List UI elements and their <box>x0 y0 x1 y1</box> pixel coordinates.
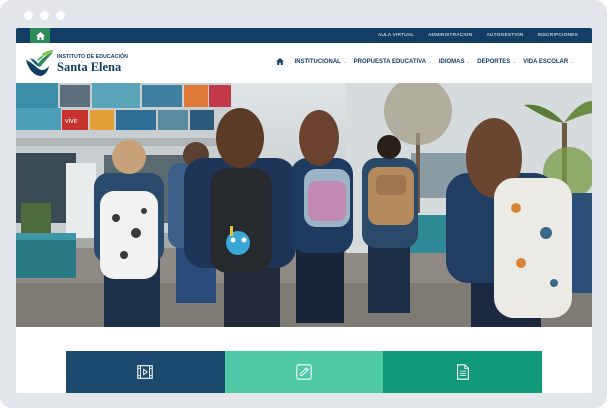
nav-item-label: DEPORTES <box>477 58 511 65</box>
utility-link-autogestion[interactable]: AUTOGESTION <box>487 33 524 38</box>
utility-link-aula-virtual[interactable]: AULA VIRTUAL <box>378 33 414 38</box>
window-controls <box>24 11 65 20</box>
feature-tiles <box>66 351 543 393</box>
nav-item-propuesta-educativa[interactable]: PROPUESTA EDUCATIVA ⌄ <box>354 59 432 65</box>
nav-item-institucional[interactable]: INSTITUCIONAL ⌄ <box>294 59 346 65</box>
nav-item-label: VIDA ESCOLAR <box>523 58 569 65</box>
logo-line-2: Santa Elena <box>57 59 122 74</box>
home-icon <box>35 31 45 40</box>
window-dot-close[interactable] <box>24 11 33 20</box>
chevron-down-icon: ⌄ <box>428 58 432 64</box>
chevron-down-icon: ⌄ <box>342 58 347 64</box>
nav-item-label: PROPUESTA EDUCATIVA <box>353 58 427 65</box>
utility-link-administracion[interactable]: ADMINISTRACION <box>428 33 472 38</box>
nav-item-label: IDIOMAS <box>438 58 465 65</box>
document-icon <box>456 364 469 380</box>
nav-item-vida-escolar[interactable]: VIDA ESCOLAR ⌄ <box>523 59 574 65</box>
site-logo[interactable]: INSTITUTO DE EDUCACIÓN Santa Elena <box>24 48 128 78</box>
browser-frame: AULA VIRTUAL ADMINISTRACION AUTOGESTION … <box>0 0 607 408</box>
site-header: INSTITUTO DE EDUCACIÓN Santa Elena INSTI… <box>16 43 592 83</box>
nav-item-idiomas[interactable]: IDIOMAS ⌄ <box>439 59 470 65</box>
utility-bar: AULA VIRTUAL ADMINISTRACION AUTOGESTION … <box>16 28 592 43</box>
hero-sign-text: vivir <box>65 118 78 125</box>
website-screen: AULA VIRTUAL ADMINISTRACION AUTOGESTION … <box>16 28 592 393</box>
utility-link-inscripciones[interactable]: INSCRIPCIONES <box>538 33 578 38</box>
chevron-down-icon: ⌄ <box>512 58 517 64</box>
utility-links: AULA VIRTUAL ADMINISTRACION AUTOGESTION … <box>378 28 578 43</box>
home-button[interactable] <box>30 28 50 43</box>
home-icon[interactable] <box>276 58 285 65</box>
nav-item-label: INSTITUCIONAL <box>294 58 341 65</box>
nav-item-deportes[interactable]: DEPORTES ⌄ <box>477 59 516 65</box>
chevron-down-icon: ⌄ <box>570 58 574 64</box>
logo-line-1: INSTITUTO DE EDUCACIÓN <box>57 53 128 60</box>
pencil-icon <box>296 364 312 380</box>
main-navigation: INSTITUCIONAL ⌄ PROPUESTA EDUCATIVA ⌄ ID… <box>276 58 574 65</box>
tile-video[interactable] <box>66 351 225 393</box>
video-icon <box>137 365 154 379</box>
hero-photo-illustration: vivir <box>16 83 592 327</box>
hero-image: vivir <box>16 83 592 327</box>
tile-edit[interactable] <box>224 351 384 393</box>
tile-document[interactable] <box>383 351 543 393</box>
logo-emblem <box>26 50 54 76</box>
window-dot-minimize[interactable] <box>40 11 49 20</box>
chevron-down-icon: ⌄ <box>466 58 471 64</box>
window-dot-maximize[interactable] <box>56 11 65 20</box>
